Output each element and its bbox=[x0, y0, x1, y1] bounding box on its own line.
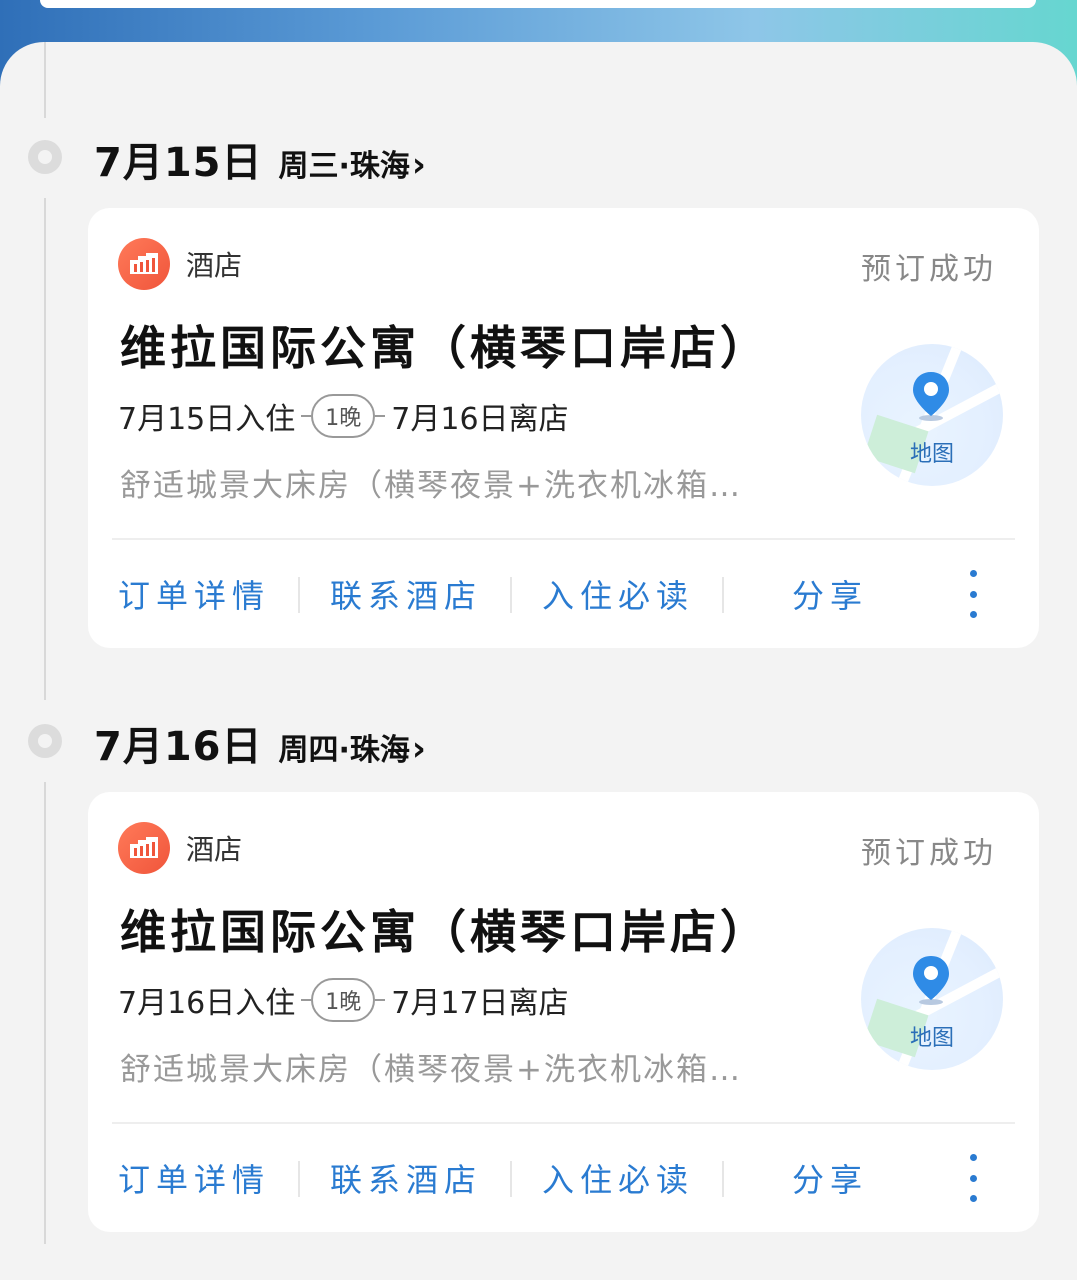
checkin-notes-button[interactable]: 入住必读 bbox=[512, 571, 724, 617]
hotel-order-card[interactable]: 酒店 预订成功 维拉国际公寓（横琴口岸店） 7月15日入住 1晚 7月16日离店… bbox=[88, 208, 1039, 648]
checkout-date: 7月17日离店 bbox=[391, 986, 569, 1021]
share-button[interactable]: 分享 bbox=[724, 571, 936, 617]
location-pin-icon bbox=[913, 956, 949, 1005]
action-bar: 订单详情 联系酒店 入住必读 分享 bbox=[88, 1152, 1039, 1204]
category-label: 酒店 bbox=[186, 833, 243, 866]
map-label: 地图 bbox=[909, 1026, 954, 1051]
order-details-button[interactable]: 订单详情 bbox=[88, 1155, 300, 1201]
share-button[interactable]: 分享 bbox=[724, 1155, 936, 1201]
hotel-icon bbox=[118, 822, 170, 874]
category: 酒店 bbox=[118, 822, 242, 874]
day-date: 7月16日 bbox=[94, 724, 263, 770]
order-details-button[interactable]: 订单详情 bbox=[88, 571, 300, 617]
day-header[interactable]: 7月16日 周四·珠海 › bbox=[94, 714, 426, 770]
day-weekday-city: 周四·珠海 bbox=[278, 733, 410, 768]
action-bar: 订单详情 联系酒店 入住必读 分享 bbox=[88, 568, 1039, 620]
timeline-dot bbox=[28, 140, 62, 174]
nights-badge: 1晚 bbox=[311, 978, 376, 1022]
nights-badge-wrap: 1晚 bbox=[301, 978, 386, 1022]
map-label: 地图 bbox=[909, 442, 954, 467]
hotel-icon bbox=[118, 238, 170, 290]
nights-badge-wrap: 1晚 bbox=[301, 394, 386, 438]
timeline-dot bbox=[28, 724, 62, 758]
day-date: 7月15日 bbox=[94, 140, 263, 186]
location-pin-icon bbox=[913, 372, 949, 421]
hotel-name[interactable]: 维拉国际公寓（横琴口岸店） bbox=[120, 312, 770, 378]
booking-status: 预订成功 bbox=[861, 836, 997, 871]
chevron-right-icon: › bbox=[411, 145, 426, 185]
day-header[interactable]: 7月15日 周三·珠海 › bbox=[94, 130, 426, 186]
booking-status: 预订成功 bbox=[861, 252, 997, 287]
timeline-line bbox=[44, 198, 46, 700]
timeline-line bbox=[44, 782, 46, 1244]
divider bbox=[112, 538, 1015, 540]
nights-badge: 1晚 bbox=[311, 394, 376, 438]
more-icon[interactable] bbox=[963, 1154, 983, 1202]
checkin-notes-button[interactable]: 入住必读 bbox=[512, 1155, 724, 1201]
checkin-date: 7月15日入住 bbox=[118, 402, 296, 437]
stay-dates: 7月16日入住 1晚 7月17日离店 bbox=[118, 978, 569, 1022]
contact-hotel-button[interactable]: 联系酒店 bbox=[300, 571, 512, 617]
chevron-right-icon: › bbox=[411, 729, 426, 769]
day-weekday-city: 周三·珠海 bbox=[278, 149, 410, 184]
hotel-order-card[interactable]: 酒店 预订成功 维拉国际公寓（横琴口岸店） 7月16日入住 1晚 7月17日离店… bbox=[88, 792, 1039, 1232]
map-button[interactable]: 地图 bbox=[861, 928, 1003, 1070]
more-icon[interactable] bbox=[963, 570, 983, 618]
map-button[interactable]: 地图 bbox=[861, 344, 1003, 486]
hotel-name[interactable]: 维拉国际公寓（横琴口岸店） bbox=[120, 896, 770, 962]
header-card-edge bbox=[40, 0, 1036, 8]
itinerary-sheet: 7月15日 周三·珠海 › 酒店 预订成功 维拉国际公寓（横琴口岸店） 7月15… bbox=[0, 42, 1077, 1280]
checkout-date: 7月16日离店 bbox=[391, 402, 569, 437]
stay-dates: 7月15日入住 1晚 7月16日离店 bbox=[118, 394, 569, 438]
room-type: 舒适城景大床房（横琴夜景+洗衣机冰箱… bbox=[120, 1052, 742, 1088]
contact-hotel-button[interactable]: 联系酒店 bbox=[300, 1155, 512, 1201]
timeline-line bbox=[44, 42, 46, 118]
category: 酒店 bbox=[118, 238, 242, 290]
checkin-date: 7月16日入住 bbox=[118, 986, 296, 1021]
room-type: 舒适城景大床房（横琴夜景+洗衣机冰箱… bbox=[120, 468, 742, 504]
category-label: 酒店 bbox=[186, 249, 243, 282]
divider bbox=[112, 1122, 1015, 1124]
